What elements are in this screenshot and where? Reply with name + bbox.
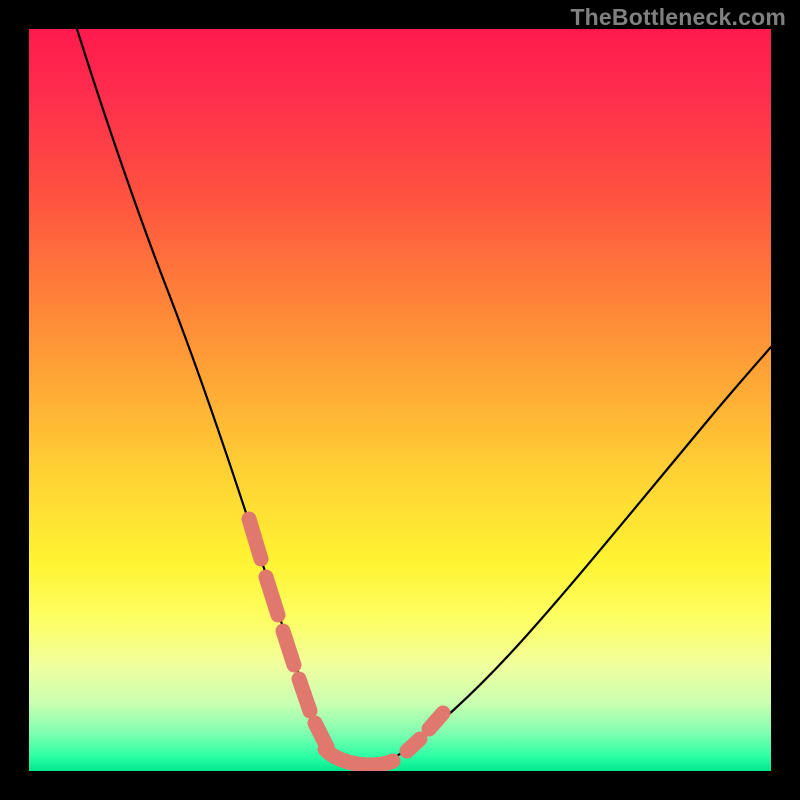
- salmon-left-dash-3: [283, 631, 294, 665]
- chart-frame: TheBottleneck.com: [0, 0, 800, 800]
- salmon-left-dash-2: [266, 577, 278, 615]
- watermark-text: TheBottleneck.com: [570, 4, 786, 31]
- salmon-bottom: [325, 749, 393, 765]
- bottleneck-curve-svg: [29, 29, 771, 771]
- bottleneck-curve-path: [77, 29, 771, 767]
- plot-area: [29, 29, 771, 771]
- salmon-left-dash-4: [299, 679, 310, 711]
- salmon-right-dash-1: [407, 739, 420, 751]
- salmon-right-dash-2: [429, 713, 443, 729]
- salmon-left-dash-1: [249, 519, 261, 559]
- salmon-highlight-group: [249, 519, 443, 765]
